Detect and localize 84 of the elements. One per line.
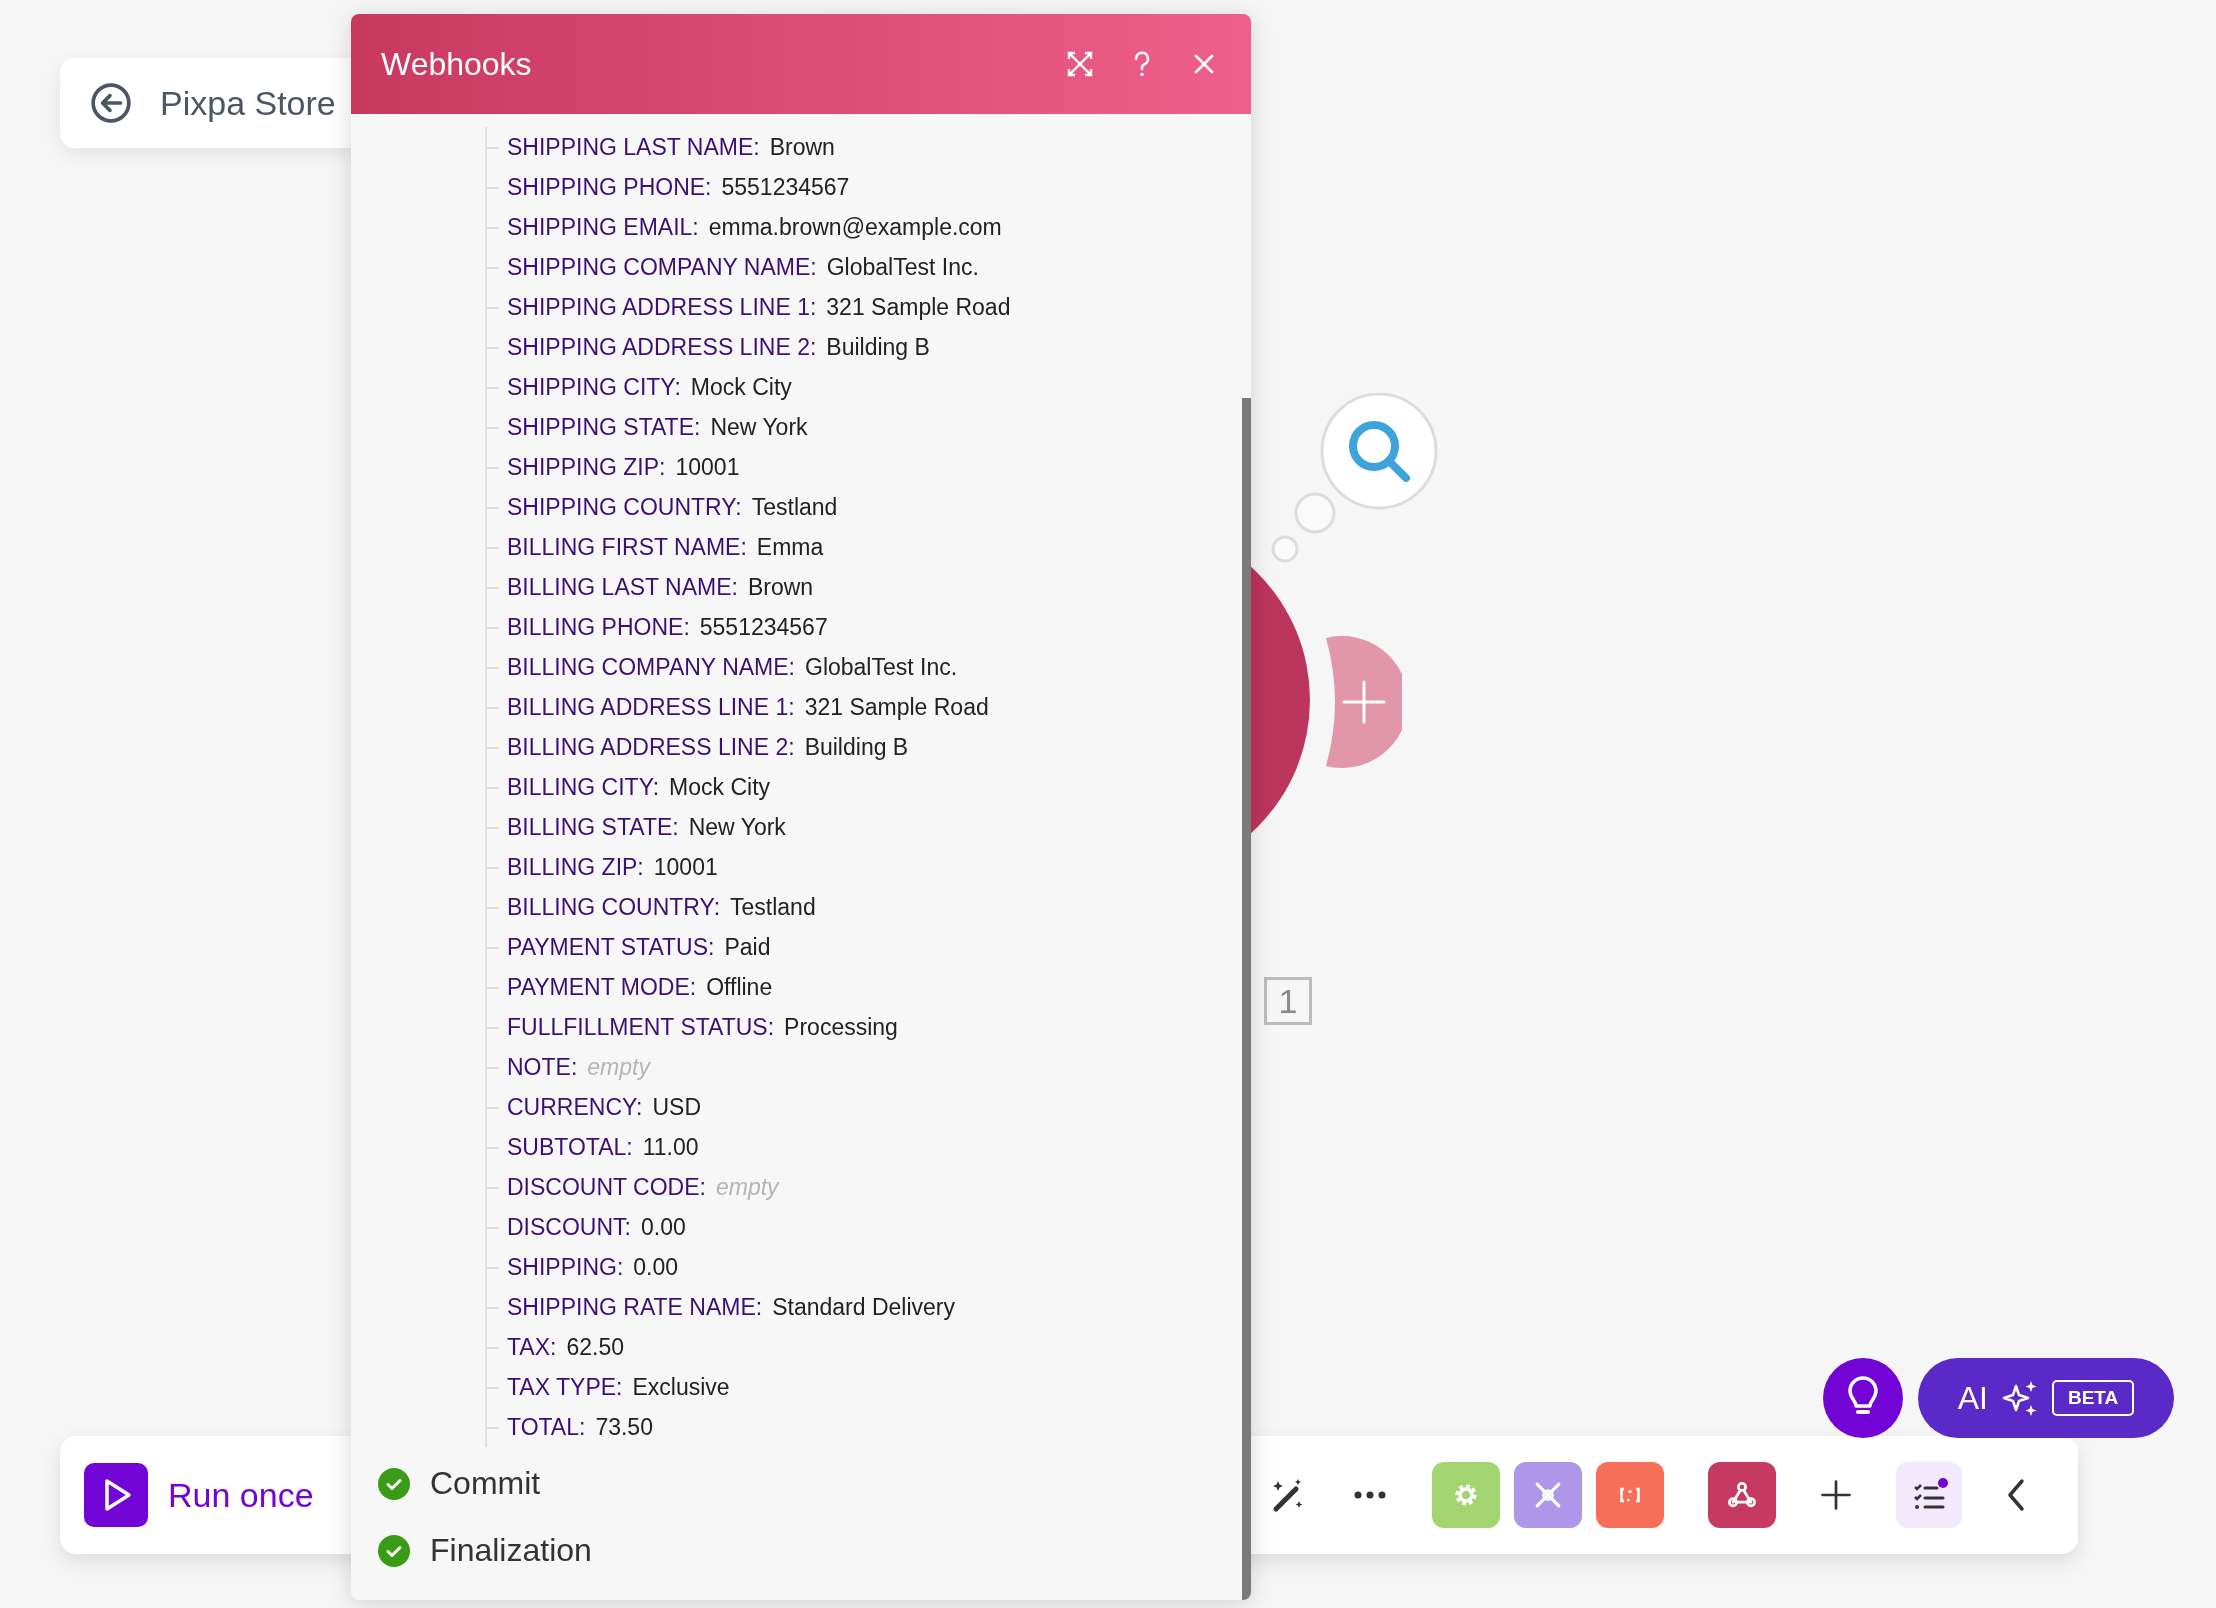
field-label: CURRENCY:: [507, 1093, 643, 1121]
field-label: BILLING STATE:: [507, 813, 679, 841]
field-value: GlobalTest Inc.: [826, 253, 979, 281]
field-label: FULLFILLMENT STATUS:: [507, 1013, 775, 1041]
field-label: PAYMENT MODE:: [507, 973, 697, 1001]
field-label: SHIPPING ADDRESS LINE 2:: [507, 333, 817, 361]
step-label: Commit: [430, 1465, 541, 1502]
field-label: SHIPPING LAST NAME:: [507, 133, 760, 161]
field-label: TOTAL:: [507, 1413, 586, 1441]
field-label: BILLING COUNTRY:: [507, 893, 721, 921]
field-label: TAX:: [507, 1333, 557, 1361]
field-value: GlobalTest Inc.: [805, 653, 958, 681]
field-value: Processing: [784, 1013, 898, 1041]
webhook-tool-icon[interactable]: [1708, 1462, 1776, 1528]
field-value: Building B: [826, 333, 930, 361]
scenario-title: Pixpa Store: [160, 83, 336, 123]
field-value: 10001: [653, 853, 718, 881]
field-value: Testland: [751, 493, 838, 521]
field-label: BILLING ADDRESS LINE 1:: [507, 693, 795, 721]
field-label: PAYMENT STATUS:: [507, 933, 715, 961]
run-once-button[interactable]: Run once: [84, 1463, 314, 1527]
field-label: TAX TYPE:: [507, 1373, 623, 1401]
brackets-tool-icon[interactable]: [1596, 1462, 1664, 1528]
run-once-label: Run once: [168, 1475, 314, 1515]
field-value: New York: [688, 813, 786, 841]
field-label: DISCOUNT CODE:: [507, 1173, 706, 1201]
field-label: SUBTOTAL:: [507, 1133, 633, 1161]
field-label: BILLING LAST NAME:: [507, 573, 738, 601]
play-icon: [84, 1463, 148, 1527]
beta-badge: BETA: [2051, 1380, 2135, 1416]
field-value: Brown: [769, 133, 835, 161]
field-label: BILLING FIRST NAME:: [507, 533, 747, 561]
field-label: BILLING ADDRESS LINE 2:: [507, 733, 795, 761]
field-value: emma.brown@example.com: [708, 213, 1002, 241]
field-value: 62.50: [566, 1333, 624, 1361]
field-value: USD: [652, 1093, 702, 1121]
ai-label: AI: [1957, 1379, 1988, 1417]
step-label: Finalization: [430, 1532, 592, 1569]
field-label: SHIPPING:: [507, 1253, 624, 1281]
field-label: BILLING COMPANY NAME:: [507, 653, 795, 681]
field-value: Offline: [706, 973, 773, 1001]
field-value: Paid: [724, 933, 771, 961]
field-value: 321 Sample Road: [826, 293, 1011, 321]
field-label: SHIPPING ZIP:: [507, 453, 666, 481]
field-label: SHIPPING COUNTRY:: [507, 493, 742, 521]
ai-assistant-button[interactable]: AI BETA: [1918, 1358, 2174, 1438]
field-value: Brown: [747, 573, 814, 601]
field-label: SHIPPING STATE:: [507, 413, 701, 441]
field-label: NOTE:: [507, 1053, 578, 1081]
lightbulb-button[interactable]: [1823, 1358, 1903, 1438]
field-value: 0.00: [640, 1213, 686, 1241]
field-value: 0.00: [633, 1253, 679, 1281]
field-label: SHIPPING COMPANY NAME:: [507, 253, 817, 281]
field-value: 321 Sample Road: [804, 693, 989, 721]
field-value: Mock City: [669, 773, 771, 801]
module-number-badge: 1: [1264, 977, 1312, 1025]
field-label: SHIPPING PHONE:: [507, 173, 712, 201]
scrollbar[interactable]: [1242, 398, 1251, 1600]
field-value: 5551234567: [699, 613, 828, 641]
field-value: Exclusive: [632, 1373, 730, 1401]
field-value: 73.50: [595, 1413, 653, 1441]
checklist-icon[interactable]: [1896, 1462, 1962, 1528]
field-value: 11.00: [642, 1133, 699, 1161]
expand-icon[interactable]: [1065, 49, 1095, 79]
field-label: BILLING CITY:: [507, 773, 660, 801]
field-value: empty: [715, 1173, 779, 1201]
field-label: SHIPPING ADDRESS LINE 1:: [507, 293, 817, 321]
field-label: SHIPPING CITY:: [507, 373, 681, 401]
field-value: Emma: [756, 533, 824, 561]
field-value: Testland: [730, 893, 816, 921]
field-label: SHIPPING EMAIL:: [507, 213, 699, 241]
field-value: empty: [587, 1053, 650, 1081]
field-label: BILLING PHONE:: [507, 613, 690, 641]
field-value: Building B: [804, 733, 909, 761]
field-value: 5551234567: [721, 173, 850, 201]
field-value: Mock City: [690, 373, 792, 401]
add-icon[interactable]: [1818, 1477, 1854, 1513]
field-value: 10001: [675, 453, 740, 481]
field-label: BILLING ZIP:: [507, 853, 644, 881]
field-label: DISCOUNT:: [507, 1213, 631, 1241]
dialog-title: Webhooks: [381, 45, 533, 83]
field-label: SHIPPING RATE NAME:: [507, 1293, 763, 1321]
field-value: Standard Delivery: [772, 1293, 955, 1321]
field-value: New York: [710, 413, 808, 441]
